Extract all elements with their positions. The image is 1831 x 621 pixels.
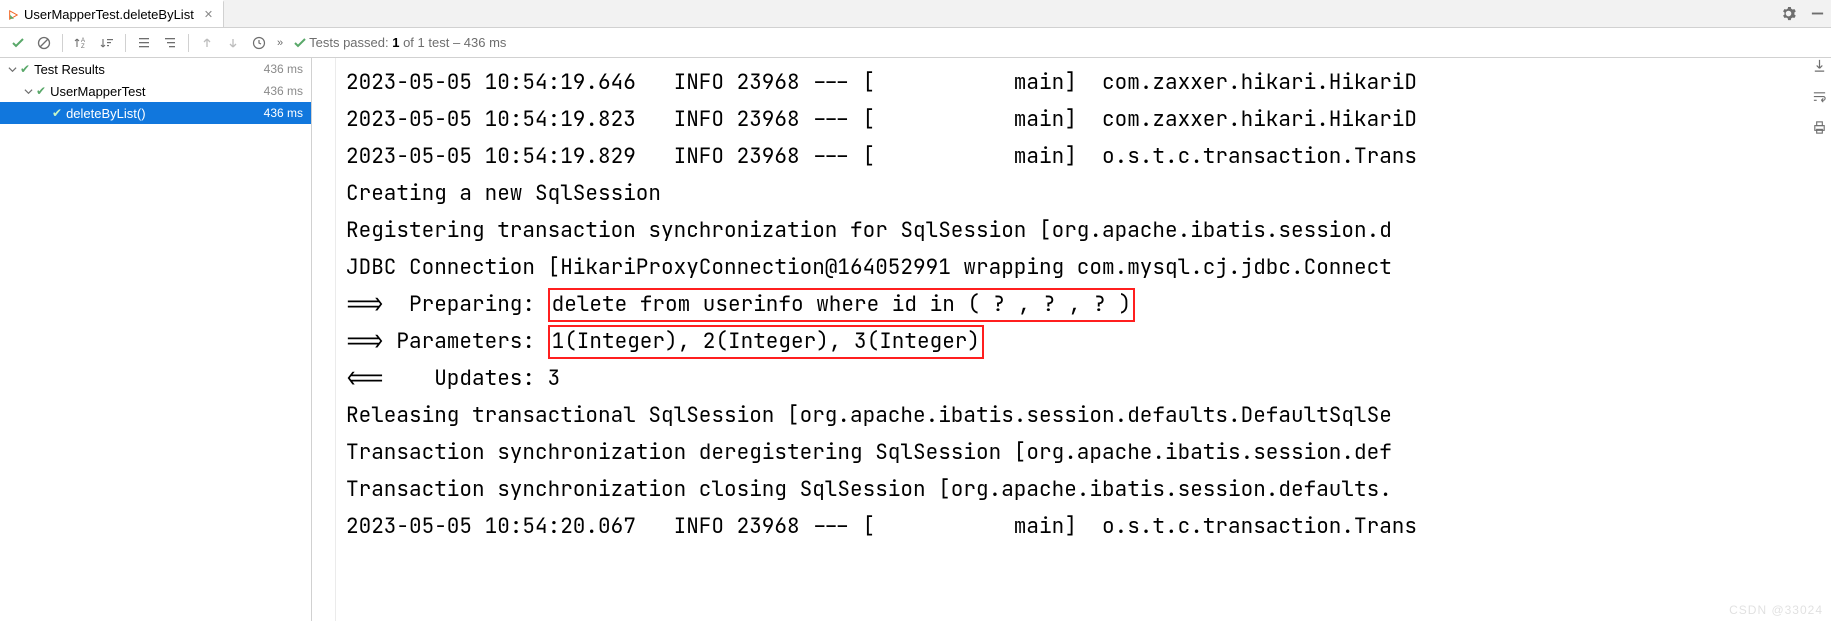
console-line: Transaction synchronization closing SqlS… (346, 476, 1392, 503)
console-gutter (312, 58, 336, 621)
tree-duration: 436 ms (264, 106, 303, 120)
console-line: Creating a new SqlSession (346, 180, 661, 207)
tree-root[interactable]: ✔ Test Results 436 ms (0, 58, 311, 80)
console-line: 2023-05-05 10:54:19.646 INFO 23968 --- [… (346, 69, 1417, 96)
collapse-all-button[interactable] (158, 31, 182, 55)
history-button[interactable] (247, 31, 271, 55)
console-line: Registering transaction synchronization … (346, 217, 1392, 244)
chevron-down-icon[interactable] (6, 63, 18, 75)
console-line: ==> Parameters: (346, 328, 548, 355)
tree-duration: 436 ms (264, 62, 303, 76)
toolbar-separator (62, 34, 63, 52)
tree-method[interactable]: ✔ deleteByList() 436 ms (0, 102, 311, 124)
toolbar-separator (125, 34, 126, 52)
console-line: Releasing transactional SqlSession [org.… (346, 402, 1392, 429)
chevron-down-icon[interactable] (22, 85, 34, 97)
console-line: 2023-05-05 10:54:19.823 INFO 23968 --- [… (346, 106, 1417, 133)
tree-class[interactable]: ✔ UserMapperTest 436 ms (0, 80, 311, 102)
run-tab[interactable]: UserMapperTest.deleteByList ✕ (0, 0, 224, 27)
show-passed-button[interactable] (6, 31, 30, 55)
minimize-icon[interactable] (1810, 6, 1825, 21)
console-line: JDBC Connection [HikariProxyConnection@1… (346, 254, 1392, 281)
highlighted-sql: delete from userinfo where id in ( ? , ?… (548, 288, 1136, 322)
watermark: CSDN @33024 (1729, 603, 1823, 617)
chevron-right-icon: » (277, 37, 283, 49)
prev-fail-button[interactable] (195, 31, 219, 55)
svg-text:Z: Z (81, 44, 85, 50)
run-toolbar: AZ » Tests passed: 1 of 1 test – 436 ms (0, 28, 1831, 58)
toolbar-separator (188, 34, 189, 52)
sort-duration-button[interactable] (95, 31, 119, 55)
test-tree-panel: ✔ Test Results 436 ms ✔ UserMapperTest 4… (0, 58, 312, 621)
console-line: 2023-05-05 10:54:19.829 INFO 23968 --- [… (346, 143, 1417, 170)
console-line: <== Updates: 3 (346, 365, 560, 392)
check-icon: ✔ (52, 106, 62, 120)
tree-label: deleteByList() (66, 106, 264, 121)
console-line: 2023-05-05 10:54:20.067 INFO 23968 --- [… (346, 513, 1417, 540)
next-fail-button[interactable] (221, 31, 245, 55)
check-icon: ✔ (36, 84, 46, 98)
run-icon (8, 10, 18, 20)
check-icon: ✔ (20, 62, 30, 76)
pass-icon (293, 36, 307, 50)
test-status-text: Tests passed: 1 of 1 test – 436 ms (309, 35, 506, 50)
run-tab-label: UserMapperTest.deleteByList (24, 7, 194, 22)
tree-duration: 436 ms (264, 84, 303, 98)
console-output[interactable]: 2023-05-05 10:54:19.646 INFO 23968 --- [… (336, 58, 1831, 621)
show-ignored-button[interactable] (32, 31, 56, 55)
scroll-to-end-icon[interactable] (1812, 58, 1827, 73)
gear-icon[interactable] (1781, 6, 1796, 21)
highlighted-params: 1(Integer), 2(Integer), 3(Integer) (548, 325, 984, 359)
console-line: Transaction synchronization deregisterin… (346, 439, 1392, 466)
close-icon[interactable]: ✕ (204, 8, 213, 21)
tree-label: Test Results (34, 62, 264, 77)
expand-all-button[interactable] (132, 31, 156, 55)
soft-wrap-icon[interactable] (1812, 89, 1827, 104)
sort-alpha-button[interactable]: AZ (69, 31, 93, 55)
run-tab-bar: UserMapperTest.deleteByList ✕ (0, 0, 1831, 28)
tree-label: UserMapperTest (50, 84, 264, 99)
print-icon[interactable] (1812, 120, 1827, 135)
console-sidebar (1807, 58, 1831, 135)
console-line: ==> Preparing: (346, 291, 548, 318)
